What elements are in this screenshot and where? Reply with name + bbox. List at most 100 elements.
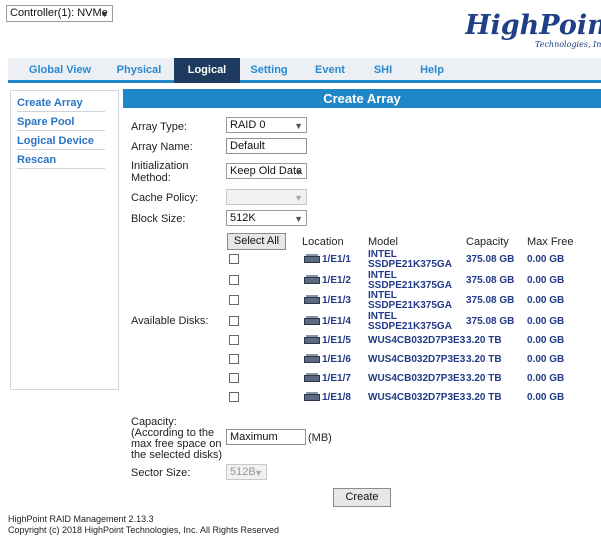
- main-tab-bar: Global View Physical Logical Setting Eve…: [8, 58, 601, 83]
- chevron-down-icon: ▼: [294, 167, 303, 177]
- disk-checkbox[interactable]: [229, 373, 239, 383]
- array-type-label: Array Type:: [131, 121, 188, 133]
- tab-shi[interactable]: SHI: [366, 58, 400, 83]
- disk-max-free: 0.00 GB: [527, 373, 565, 384]
- drive-icon: [304, 295, 320, 304]
- disk-location: 1/E1/8: [322, 392, 351, 403]
- disk-model-line1: WUS4CB032D7P3E3: [368, 392, 466, 403]
- sector-size-value: 512B: [230, 466, 256, 478]
- disk-capacity: 375.08 GB: [466, 254, 515, 265]
- tab-global-view[interactable]: Global View: [14, 58, 106, 83]
- disk-checkbox[interactable]: [229, 295, 239, 305]
- block-size-label: Block Size:: [131, 213, 186, 225]
- sidebar-item-spare-pool[interactable]: Spare Pool: [17, 114, 105, 131]
- block-size-select[interactable]: 512K ▼: [226, 210, 307, 226]
- capacity-header: Capacity: [466, 236, 509, 248]
- array-name-input[interactable]: Default: [226, 138, 307, 154]
- disk-location: 1/E1/3: [322, 295, 351, 306]
- highpoint-logo: HighPoint Technologies, Inc: [465, 10, 601, 54]
- disk-capacity: 375.08 GB: [466, 316, 515, 327]
- init-method-label-2: Method:: [131, 172, 171, 184]
- init-method-select[interactable]: Keep Old Data ▼: [226, 163, 307, 179]
- sector-size-label: Sector Size:: [131, 467, 191, 479]
- disk-location: 1/E1/5: [322, 335, 351, 346]
- capacity-input[interactable]: Maximum: [226, 429, 306, 445]
- drive-icon: [304, 335, 320, 344]
- disk-model-line2: SSDPE21K375GA: [368, 321, 452, 332]
- footer-version: HighPoint RAID Management 2.13.3: [8, 514, 154, 524]
- disk-capacity: 375.08 GB: [466, 295, 515, 306]
- disk-model-line1: WUS4CB032D7P3E3: [368, 373, 466, 384]
- drive-icon: [304, 373, 320, 382]
- sector-size-select[interactable]: 512B ▼: [226, 464, 267, 480]
- select-all-button[interactable]: Select All: [227, 233, 286, 250]
- sidebar-item-create-array[interactable]: Create Array: [17, 95, 105, 112]
- create-button[interactable]: Create: [333, 488, 391, 507]
- disk-capacity: 3.20 TB: [466, 354, 502, 365]
- controller-select-value: Controller(1): NVMe: [10, 7, 108, 19]
- drive-icon: [304, 392, 320, 401]
- array-type-select[interactable]: RAID 0 ▼: [226, 117, 307, 133]
- array-type-value: RAID 0: [230, 119, 266, 131]
- tab-event[interactable]: Event: [308, 58, 352, 83]
- panel-title: Create Array: [123, 89, 601, 108]
- tab-logical[interactable]: Logical: [174, 58, 240, 83]
- controller-select[interactable]: Controller(1): NVMe ▼: [6, 5, 113, 22]
- disk-checkbox[interactable]: [229, 316, 239, 326]
- sidebar-item-rescan[interactable]: Rescan: [17, 152, 105, 169]
- max-free-header: Max Free: [527, 236, 574, 248]
- cache-policy-label: Cache Policy:: [131, 192, 199, 204]
- chevron-down-icon: ▼: [294, 193, 303, 203]
- disk-location: 1/E1/2: [322, 275, 351, 286]
- sidebar-item-logical-device[interactable]: Logical Device: [17, 133, 105, 150]
- tab-physical[interactable]: Physical: [108, 58, 170, 83]
- disk-max-free: 0.00 GB: [527, 335, 565, 346]
- chevron-down-icon: ▼: [100, 9, 109, 19]
- capacity-unit: (MB): [308, 432, 332, 444]
- disk-capacity: 3.20 TB: [466, 335, 502, 346]
- disk-location: 1/E1/6: [322, 354, 351, 365]
- logo-text: HighPoint: [465, 10, 601, 41]
- disk-max-free: 0.00 GB: [527, 354, 565, 365]
- footer-copyright: Copyright (c) 2018 HighPoint Technologie…: [8, 525, 279, 535]
- init-method-label-1: Initialization: [131, 160, 189, 172]
- drive-icon: [304, 254, 320, 263]
- drive-icon: [304, 316, 320, 325]
- disk-checkbox[interactable]: [229, 275, 239, 285]
- disk-max-free: 0.00 GB: [527, 316, 565, 327]
- disk-location: 1/E1/4: [322, 316, 351, 327]
- disk-checkbox[interactable]: [229, 354, 239, 364]
- disk-checkbox[interactable]: [229, 254, 239, 264]
- disk-location: 1/E1/7: [322, 373, 351, 384]
- available-disks-label: Available Disks:: [131, 315, 209, 327]
- tab-help[interactable]: Help: [414, 58, 450, 83]
- logo-subtext: Technologies, Inc: [535, 40, 601, 49]
- disk-max-free: 0.00 GB: [527, 392, 565, 403]
- disk-model-line2: SSDPE21K375GA: [368, 259, 452, 270]
- drive-icon: [304, 354, 320, 363]
- disk-max-free: 0.00 GB: [527, 295, 565, 306]
- disk-max-free: 0.00 GB: [527, 254, 565, 265]
- chevron-down-icon: ▼: [294, 121, 303, 131]
- disk-model-line2: SSDPE21K375GA: [368, 300, 452, 311]
- disk-capacity: 3.20 TB: [466, 373, 502, 384]
- chevron-down-icon: ▼: [254, 468, 263, 478]
- disk-checkbox[interactable]: [229, 392, 239, 402]
- block-size-value: 512K: [230, 212, 256, 224]
- sidebar: Create Array Spare Pool Logical Device R…: [10, 90, 119, 390]
- disk-model-line1: WUS4CB032D7P3E3: [368, 354, 466, 365]
- disk-max-free: 0.00 GB: [527, 275, 565, 286]
- tab-setting[interactable]: Setting: [244, 58, 294, 83]
- array-name-label: Array Name:: [131, 141, 193, 153]
- disk-model-line1: WUS4CB032D7P3E3: [368, 335, 466, 346]
- chevron-down-icon: ▼: [294, 214, 303, 224]
- init-method-value: Keep Old Data: [230, 165, 303, 177]
- model-header: Model: [368, 236, 398, 248]
- capacity-label-4: the selected disks): [131, 449, 223, 461]
- disk-location: 1/E1/1: [322, 254, 351, 265]
- disk-capacity: 375.08 GB: [466, 275, 515, 286]
- cache-policy-select[interactable]: ▼: [226, 189, 307, 205]
- disk-capacity: 3.20 TB: [466, 392, 502, 403]
- disk-checkbox[interactable]: [229, 335, 239, 345]
- drive-icon: [304, 275, 320, 284]
